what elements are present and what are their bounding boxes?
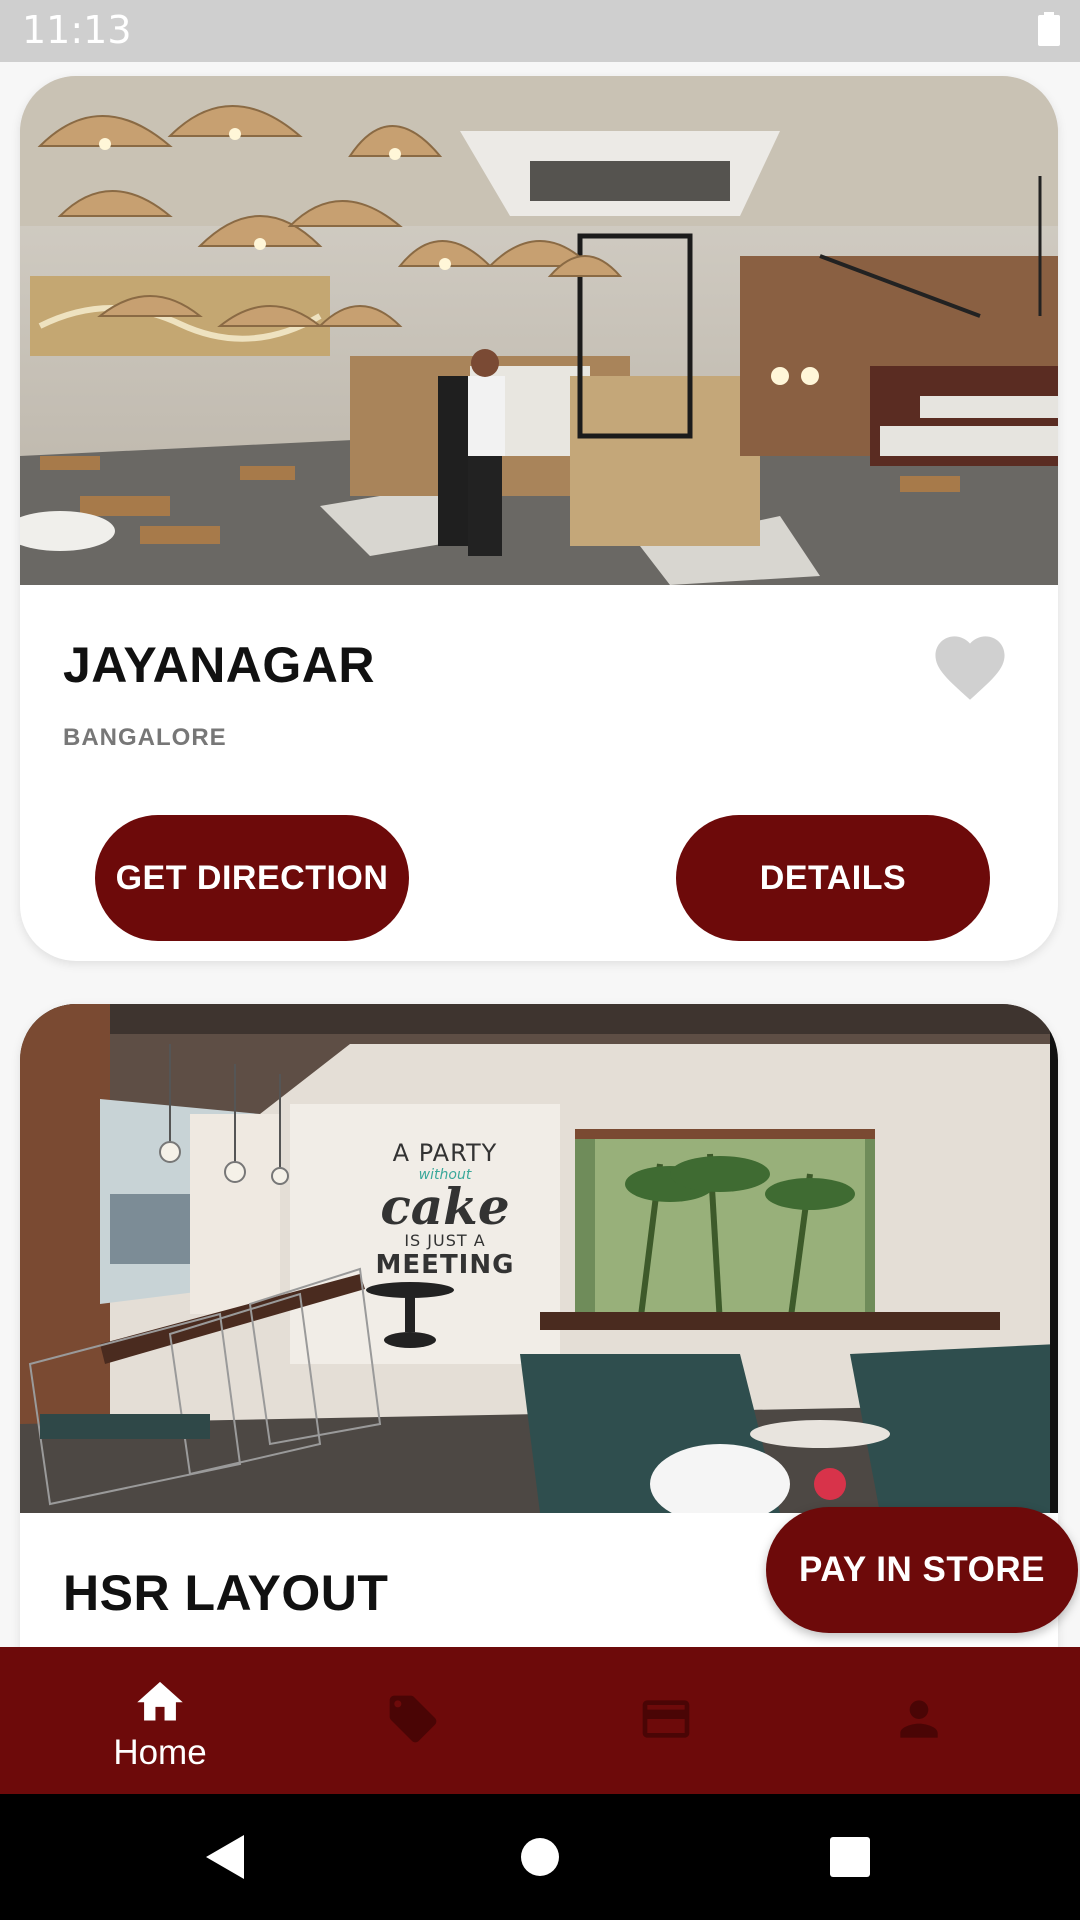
status-time: 11:13 [22, 8, 132, 52]
cake-stand-icon [366, 1282, 454, 1348]
store-name: JAYANAGAR [63, 637, 376, 693]
store-photo: A PARTY without cake IS JUST A MEETING [20, 1004, 1058, 1513]
status-bar: 11:13 [0, 0, 1080, 62]
favorite-heart-icon[interactable] [928, 626, 1012, 702]
pay-in-store-button[interactable]: PAY IN STORE [766, 1507, 1078, 1633]
nav-item-payments[interactable] [531, 1647, 801, 1794]
nav-label-home: Home [113, 1733, 207, 1772]
store-name: HSR LAYOUT [63, 1565, 389, 1621]
nav-item-profile[interactable] [784, 1647, 1054, 1794]
bottom-nav: Home [0, 1647, 1080, 1794]
wall-poster: A PARTY without cake IS JUST A MEETING [365, 1139, 525, 1350]
nav-item-home[interactable]: Home [25, 1647, 295, 1794]
system-nav-bar [0, 1794, 1080, 1920]
poster-line-1: A PARTY [392, 1139, 498, 1167]
tag-icon [389, 1695, 437, 1743]
home-icon [137, 1681, 183, 1721]
person-icon [900, 1700, 938, 1738]
card-icon [642, 1700, 690, 1738]
poster-line-3: cake [380, 1177, 510, 1236]
store-photo [20, 76, 1058, 585]
store-city: BANGALORE [63, 724, 227, 751]
back-icon[interactable] [204, 1833, 248, 1881]
get-direction-button[interactable]: GET DIRECTION [95, 815, 409, 941]
battery-icon [1038, 12, 1060, 46]
recents-icon[interactable] [830, 1837, 870, 1877]
store-card-jayanagar[interactable]: JAYANAGAR BANGALORE GET DIRECTION DETAIL… [20, 76, 1058, 961]
home-circle-icon[interactable] [520, 1837, 560, 1877]
poster-line-5: MEETING [375, 1250, 515, 1280]
nav-item-offers[interactable] [278, 1647, 548, 1794]
details-button[interactable]: DETAILS [676, 815, 990, 941]
